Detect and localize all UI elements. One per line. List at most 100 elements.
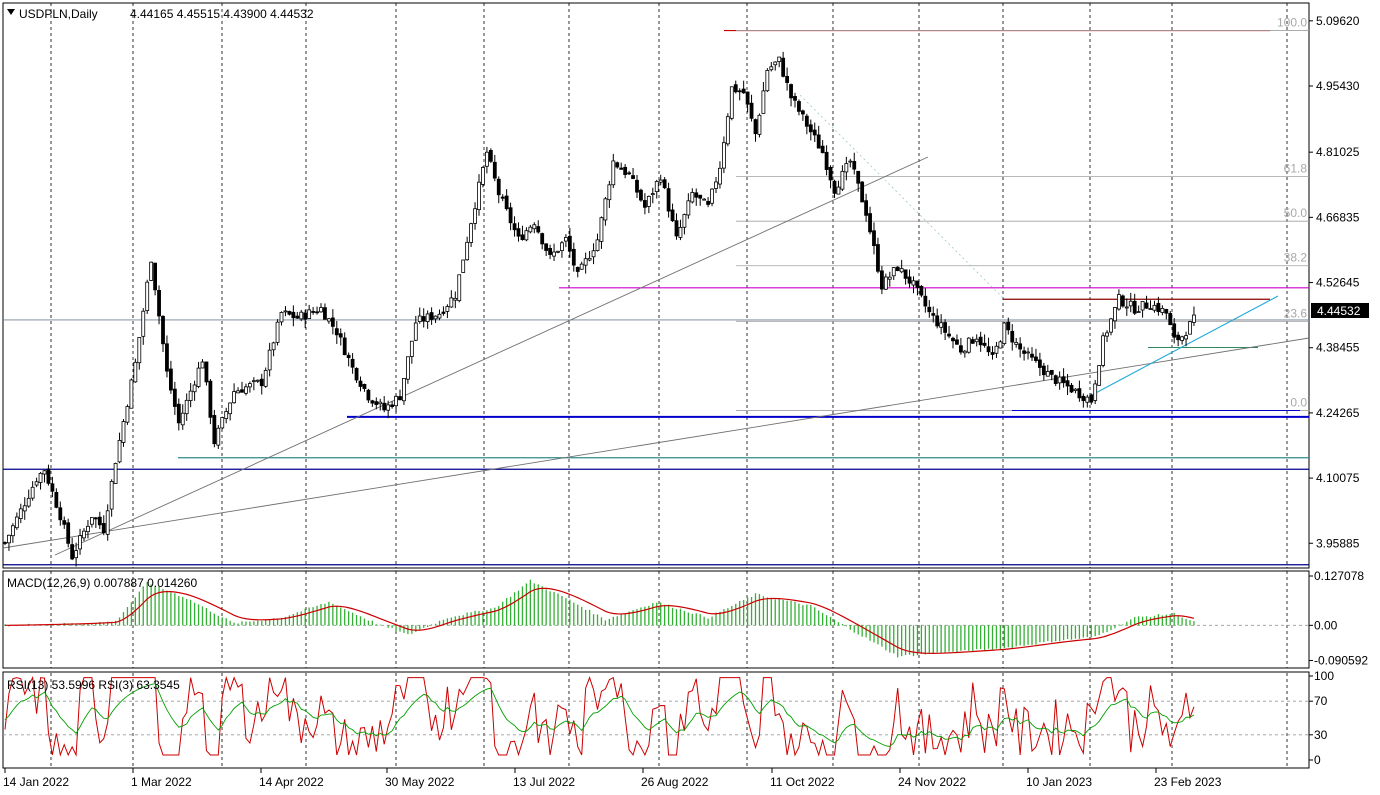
trading-chart: 100.0 61.8 50.0 38.2 23.6 0.0 5.09620 4.95430 4… bbox=[0, 0, 1380, 795]
candle-body bbox=[524, 230, 529, 241]
candle-body bbox=[500, 196, 505, 199]
candle-body bbox=[816, 134, 821, 149]
candle-body bbox=[1144, 302, 1149, 309]
candle-body bbox=[441, 311, 446, 314]
candle-body bbox=[117, 439, 122, 463]
candle-body bbox=[895, 266, 900, 272]
candle-body bbox=[307, 309, 312, 320]
candle-body bbox=[1077, 388, 1082, 399]
candle-body bbox=[50, 483, 55, 492]
candle-body bbox=[781, 57, 786, 77]
candle-body bbox=[216, 427, 221, 446]
candle-body bbox=[97, 516, 102, 526]
candle-body bbox=[145, 281, 150, 312]
candle-body bbox=[481, 167, 485, 185]
candle-body bbox=[287, 311, 292, 315]
candle-body bbox=[990, 352, 995, 355]
candle-body bbox=[208, 380, 213, 418]
candle-body bbox=[852, 161, 857, 170]
candle-body bbox=[413, 322, 418, 341]
candle-body bbox=[761, 90, 766, 114]
rsi-tick-label: 100 bbox=[1314, 669, 1334, 683]
candle-body bbox=[121, 421, 126, 443]
candle-body bbox=[753, 119, 758, 135]
candle-body bbox=[1049, 369, 1054, 375]
candle-body bbox=[876, 244, 880, 272]
fib-level-label: 0.0 bbox=[1290, 395, 1307, 409]
candle-body bbox=[694, 192, 699, 198]
candle-body bbox=[42, 470, 47, 475]
candle-body bbox=[1022, 350, 1026, 354]
candle-body bbox=[283, 310, 288, 313]
candle-body bbox=[556, 250, 560, 253]
candle-body bbox=[516, 228, 521, 237]
candle-body bbox=[461, 259, 466, 273]
candle-body bbox=[1045, 371, 1050, 377]
candle-body bbox=[1081, 395, 1086, 401]
candle-body bbox=[129, 379, 134, 409]
candle-body bbox=[548, 248, 552, 255]
candle-body bbox=[93, 517, 98, 520]
candle-body bbox=[785, 75, 789, 83]
candle-body bbox=[484, 151, 489, 167]
candle-body bbox=[342, 337, 347, 356]
candle-body bbox=[3, 542, 7, 544]
candle-body bbox=[587, 257, 592, 261]
candle-body bbox=[789, 84, 793, 99]
date-tick-label: 13 Jul 2022 bbox=[513, 775, 575, 789]
candle-body bbox=[615, 162, 620, 168]
candle-body bbox=[366, 389, 371, 401]
candle-body bbox=[1018, 343, 1023, 350]
candle-body bbox=[311, 311, 316, 313]
candle-body bbox=[18, 508, 23, 519]
rsi-tick-label: 30 bbox=[1314, 728, 1328, 742]
macd-title: MACD(12,26,9) 0.007887 0.014260 bbox=[7, 576, 197, 590]
candle-body bbox=[737, 90, 742, 93]
candle-body bbox=[1168, 313, 1173, 326]
price-tick-label: 4.66835 bbox=[1316, 210, 1360, 224]
fib-level-label: 61.8 bbox=[1284, 162, 1308, 176]
candle-body bbox=[1120, 295, 1125, 307]
candle-body bbox=[267, 349, 272, 371]
candle-body bbox=[943, 322, 947, 333]
candle-body bbox=[836, 186, 841, 195]
candle-body bbox=[820, 145, 825, 154]
candle-body bbox=[828, 167, 833, 181]
candle-body bbox=[757, 114, 762, 135]
candle-body bbox=[536, 226, 541, 233]
candle-body bbox=[78, 535, 82, 550]
candle-body bbox=[449, 297, 454, 308]
candle-body bbox=[319, 307, 323, 313]
candle-body bbox=[326, 318, 331, 322]
candle-body bbox=[109, 481, 114, 510]
candle-body bbox=[271, 342, 276, 351]
candle-body bbox=[291, 311, 296, 319]
candle-body bbox=[635, 179, 639, 193]
date-tick-label: 1 Mar 2022 bbox=[131, 775, 192, 789]
candle-body bbox=[994, 345, 999, 354]
candle-body bbox=[899, 268, 904, 273]
candle-body bbox=[405, 356, 410, 380]
candle-body bbox=[690, 191, 695, 203]
candle-body bbox=[496, 178, 501, 196]
candle-body bbox=[279, 312, 284, 323]
candle-body bbox=[650, 193, 655, 196]
candle-body bbox=[911, 280, 916, 286]
candle-body bbox=[512, 223, 517, 231]
candle-body bbox=[58, 507, 63, 521]
candle-body bbox=[62, 520, 67, 525]
candle-body bbox=[528, 226, 533, 233]
candle-body bbox=[777, 56, 782, 62]
candle-body bbox=[1065, 380, 1070, 387]
candle-body bbox=[860, 181, 865, 203]
candle-body bbox=[34, 481, 39, 486]
candle-body bbox=[1053, 375, 1058, 384]
candle-body bbox=[619, 167, 624, 170]
candle-body bbox=[595, 239, 600, 251]
candle-body bbox=[903, 269, 908, 279]
candle-body bbox=[698, 194, 703, 199]
candle-body bbox=[374, 401, 379, 405]
candle-body bbox=[26, 497, 31, 507]
candle-body bbox=[236, 390, 240, 394]
candle-body bbox=[868, 213, 872, 233]
